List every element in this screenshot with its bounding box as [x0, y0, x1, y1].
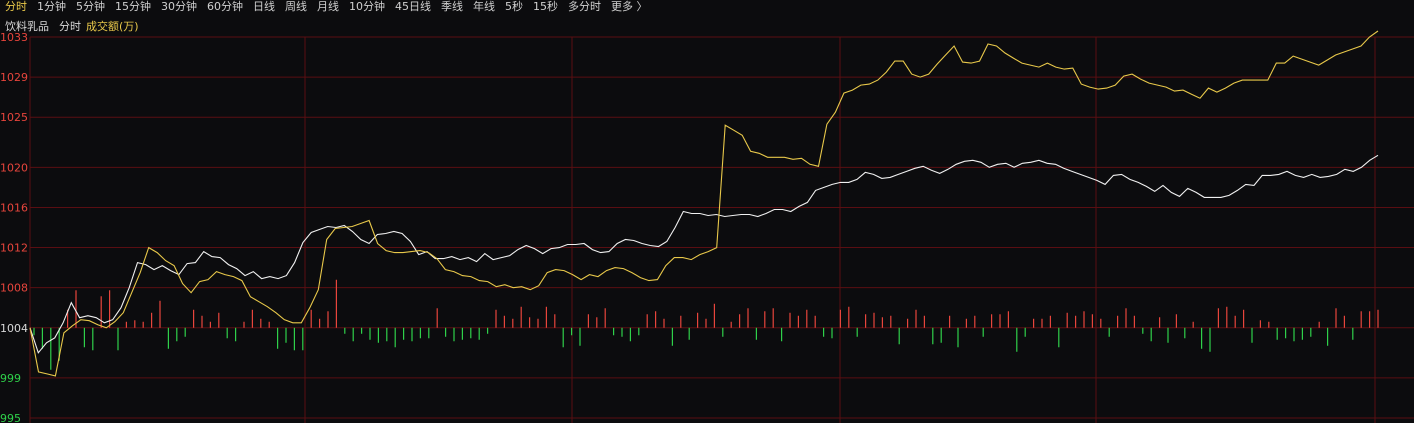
y-tick-label: 1029 — [0, 71, 28, 84]
y-tick-label: 1008 — [0, 282, 28, 295]
intraday-chart: 1033 1029 1025 1020 1016 1012 1008 1004 999 995 — [0, 30, 1414, 423]
y-tick-label: 999 — [0, 372, 21, 385]
y-tick-label: 1004 — [0, 322, 28, 335]
y-tick-label: 1016 — [0, 201, 28, 214]
y-tick-label: 995 — [0, 412, 21, 423]
y-tick-label: 1025 — [0, 111, 28, 124]
y-tick-label: 1012 — [0, 242, 28, 255]
y-tick-label: 1020 — [0, 161, 28, 174]
y-tick-label: 1033 — [0, 31, 28, 44]
